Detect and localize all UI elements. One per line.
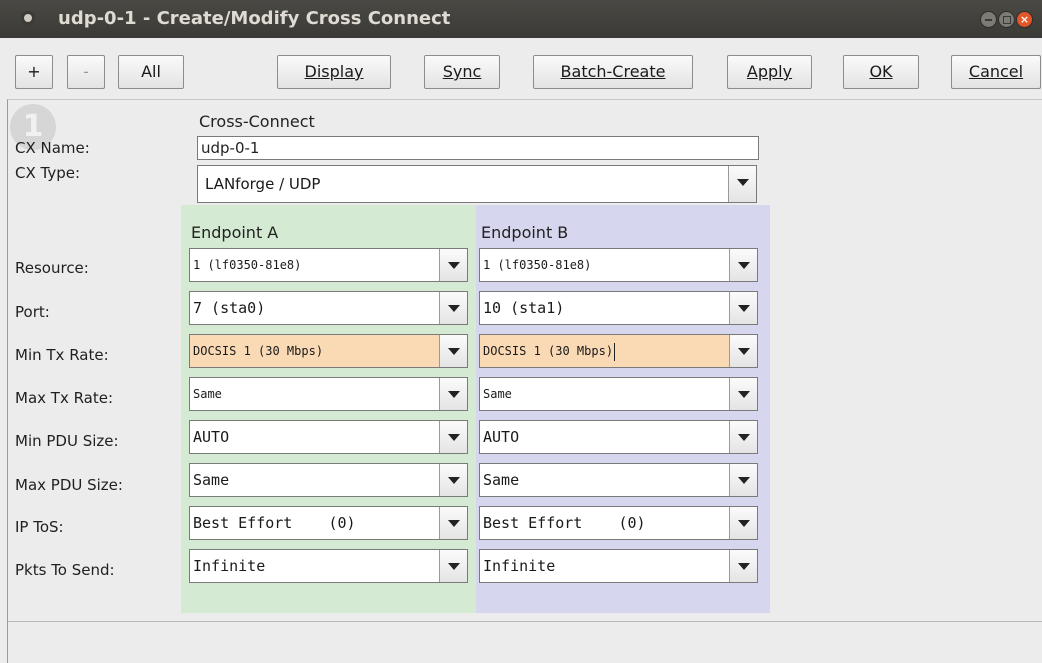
batch-create-button-label: Batch-Create [560,62,666,81]
resource-a-select[interactable]: 1 (lf0350-81e8) [189,248,468,282]
ip-tos-a-value: Best Effort (0) [193,514,356,532]
ip-tos-b-value: Best Effort (0) [483,514,646,532]
all-button[interactable]: All [118,55,184,89]
chevron-down-icon[interactable] [729,335,757,367]
cx-name-field[interactable]: udp-0-1 [197,136,759,160]
cancel-button-label: Cancel [968,62,1024,81]
pkts-to-send-b-value: Infinite [483,557,556,575]
chevron-down-icon[interactable] [729,421,757,453]
max-pdu-size-a-select[interactable]: Same [189,463,468,497]
max-pdu-size-b-value: Same [483,471,520,489]
ok-button-label: OK [869,62,893,81]
min-pdu-size-a-value: AUTO [193,428,230,446]
display-button[interactable]: Display [277,55,391,89]
display-button-label: Display [304,62,364,81]
chevron-down-icon[interactable] [729,249,757,281]
cx-name-label: CX Name: [15,139,90,157]
chevron-down-icon[interactable] [729,507,757,539]
min-tx-rate-a-select[interactable]: DOCSIS 1 (30 Mbps) [189,334,468,368]
chevron-down-icon[interactable] [729,550,757,582]
chevron-down-icon[interactable] [439,378,467,410]
toolbar: + - All Display Sync Batch-Create Apply … [0,38,1042,98]
pkts-to-send-a-value: Infinite [193,557,266,575]
resource-b-value: 1 (lf0350-81e8) [483,258,592,272]
chevron-down-icon[interactable] [439,335,467,367]
cx-type-select[interactable]: LANforge / UDP [197,165,757,203]
max-tx-rate-b-select[interactable]: Same [479,377,758,411]
ip-tos-label: IP ToS: [15,518,64,536]
min-tx-rate-b-select[interactable]: DOCSIS 1 (30 Mbps) [479,334,758,368]
chevron-down-icon[interactable] [729,292,757,324]
apply-button-label: Apply [746,62,793,81]
port-a-select[interactable]: 7 (sta0) [189,291,468,325]
chevron-down-icon[interactable] [439,464,467,496]
apply-button[interactable]: Apply [727,55,812,89]
min-pdu-size-b-value: AUTO [483,428,520,446]
ip-tos-b-select[interactable]: Best Effort (0) [479,506,758,540]
chevron-down-icon[interactable] [439,421,467,453]
port-b-select[interactable]: 10 (sta1) [479,291,758,325]
add-button[interactable]: + [15,55,53,89]
max-pdu-size-a-value: Same [193,471,230,489]
min-pdu-size-a-select[interactable]: AUTO [189,420,468,454]
max-tx-rate-b-value: Same [483,387,512,401]
sync-button[interactable]: Sync [424,55,500,89]
batch-create-button[interactable]: Batch-Create [533,55,693,89]
maximize-icon[interactable] [998,11,1015,28]
min-tx-rate-b-value: DOCSIS 1 (30 Mbps) [483,335,616,367]
title-bar: udp-0-1 - Create/Modify Cross Connect × [0,0,1042,38]
min-tx-rate-a-value: DOCSIS 1 (30 Mbps) [193,344,324,358]
cancel-button[interactable]: Cancel [951,55,1041,89]
min-tx-rate-b-text: DOCSIS 1 (30 Mbps) [483,344,614,358]
max-pdu-size-label: Max PDU Size: [15,476,123,494]
ip-tos-a-select[interactable]: Best Effort (0) [189,506,468,540]
port-b-value: 10 (sta1) [483,299,565,317]
port-label: Port: [15,303,50,321]
max-tx-rate-a-select[interactable]: Same [189,377,468,411]
remove-button[interactable]: - [67,55,105,89]
min-tx-rate-label: Min Tx Rate: [15,346,109,364]
close-icon[interactable]: × [1016,11,1033,28]
resource-a-value: 1 (lf0350-81e8) [193,258,302,272]
sync-button-label: Sync [442,62,482,81]
cx-type-label: CX Type: [15,164,81,182]
chevron-down-icon[interactable] [439,507,467,539]
chevron-down-icon[interactable] [728,166,756,202]
endpoint-b-title: Endpoint B [481,223,569,242]
minimize-icon[interactable] [980,11,997,28]
min-pdu-size-b-select[interactable]: AUTO [479,420,758,454]
pkts-to-send-label: Pkts To Send: [15,561,115,579]
endpoint-a-title: Endpoint A [191,223,279,242]
pkts-to-send-b-select[interactable]: Infinite [479,549,758,583]
chevron-down-icon[interactable] [729,464,757,496]
max-tx-rate-a-value: Same [193,387,222,401]
section-title: Cross-Connect [199,112,315,131]
resource-label: Resource: [15,259,89,277]
status-bar [7,621,1042,663]
chevron-down-icon[interactable] [729,378,757,410]
min-pdu-size-label: Min PDU Size: [15,432,119,450]
chevron-down-icon[interactable] [439,550,467,582]
cx-type-value: LANforge / UDP [205,175,321,193]
chevron-down-icon[interactable] [439,292,467,324]
chevron-down-icon[interactable] [439,249,467,281]
text-cursor [614,342,616,361]
max-pdu-size-b-select[interactable]: Same [479,463,758,497]
pkts-to-send-a-select[interactable]: Infinite [189,549,468,583]
ok-button[interactable]: OK [843,55,919,89]
window-title: udp-0-1 - Create/Modify Cross Connect [58,8,451,29]
window-menu-icon[interactable] [21,11,35,25]
resource-b-select[interactable]: 1 (lf0350-81e8) [479,248,758,282]
port-a-value: 7 (sta0) [193,299,266,317]
max-tx-rate-label: Max Tx Rate: [15,389,114,407]
